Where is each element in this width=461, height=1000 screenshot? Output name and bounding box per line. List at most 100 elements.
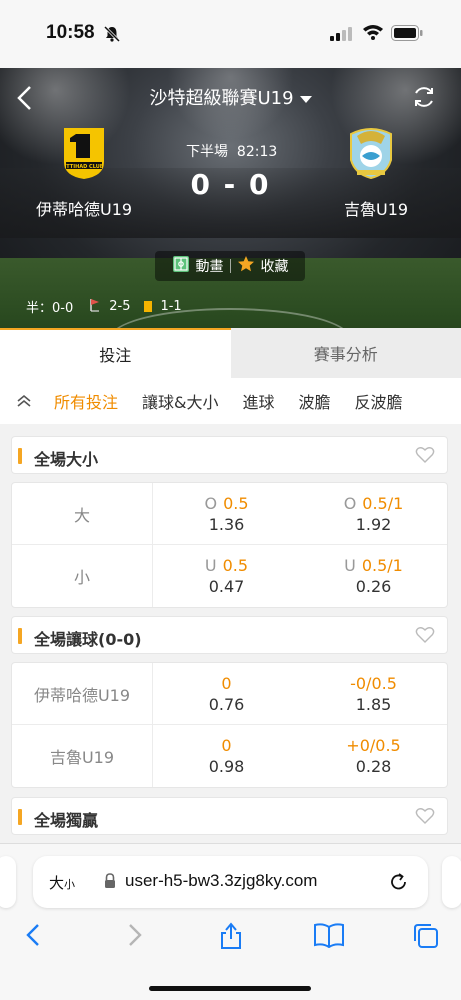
period-label: 下半場 (186, 144, 228, 160)
tab-bet[interactable]: 投注 (0, 328, 231, 378)
favorite-button[interactable]: 收藏 (231, 255, 295, 277)
odds-prefix: U (344, 556, 356, 575)
caret-down-icon (299, 95, 312, 103)
filter-correct-score[interactable]: 波膽 (299, 389, 331, 413)
main-tabs: 投注 賽事分析 (0, 328, 461, 378)
previous-tab-card[interactable] (0, 856, 16, 908)
collapse-all-icon[interactable] (0, 393, 48, 409)
odds-prefix: O (204, 493, 218, 513)
bet-filter-bar: 所有投注 讓球&大小 進球 波膽 反波膽 (0, 378, 461, 424)
browser-toolbar: 大小 user-h5-bw3.3zjg8ky.com (0, 843, 461, 1000)
odds-price: 1.36 (208, 514, 245, 534)
odds-line: 0.5 (222, 556, 249, 575)
odds-price: 0.98 (208, 757, 245, 776)
yellow-card-icon (144, 301, 153, 312)
odds-cell[interactable]: 0 0.76 (153, 663, 300, 724)
lock-icon (103, 872, 117, 894)
star-icon (237, 255, 255, 277)
filter-handicap-total[interactable]: 讓球&大小 (142, 389, 218, 413)
odds-cell[interactable]: -0/0.5 1.85 (300, 663, 447, 724)
bookmarks-icon[interactable] (313, 922, 345, 952)
back-icon[interactable] (22, 922, 46, 952)
odds-cell[interactable]: 0 0.98 (153, 725, 300, 787)
text-size-big: 大 (49, 874, 65, 892)
hero-actions: 動畫 收藏 (155, 251, 305, 281)
tabs-icon[interactable] (412, 922, 440, 954)
odds-price: 0.28 (355, 757, 392, 776)
url-text: user-h5-bw3.3zjg8ky.com (125, 871, 318, 890)
league-selector[interactable]: 沙特超級聯賽U19 (0, 84, 461, 110)
match-score: 0 - 0 (190, 168, 271, 201)
match-period: 下半場 82:13 (186, 141, 277, 161)
battery-icon (391, 25, 423, 45)
match-header: 沙特超級聯賽U19 ITTIHAD CLUB 伊蒂哈德U19 吉魯U19 下半場… (0, 68, 461, 328)
row-label: 大 (12, 483, 153, 544)
odds-cell[interactable]: +0/0.5 0.28 (300, 725, 447, 787)
corner-flag-icon (89, 298, 101, 316)
odds-table-handicap: 伊蒂哈德U19 0 0.76 -0/0.5 1.85 吉魯U19 0 0.98 … (11, 662, 448, 788)
odds-table-total: 大 O 0.5 1.36 O 0.5/1 1.92 小 U 0.5 0.47 U 0.5… (11, 482, 448, 608)
home-indicator (149, 986, 311, 991)
match-clock: 82:13 (236, 144, 278, 160)
refresh-icon[interactable] (411, 84, 437, 114)
odds-cell[interactable]: O 0.5 1.36 (153, 483, 300, 544)
odds-price: 1.92 (355, 514, 392, 534)
corners-count: 2-5 (109, 299, 131, 314)
odds-cell[interactable]: O 0.5/1 1.92 (300, 483, 447, 544)
heart-icon[interactable] (415, 446, 435, 468)
status-time: 10:58 (46, 22, 95, 43)
filter-all-bets[interactable]: 所有投注 (54, 389, 118, 413)
odds-price: 0.47 (208, 577, 245, 596)
league-title: 沙特超級聯賽U19 (149, 88, 294, 109)
yellow-cards-count: 1-1 (160, 299, 182, 314)
forward-icon[interactable] (122, 922, 146, 952)
odds-price: 1.85 (355, 694, 392, 714)
odds-line: -0/0.5 (350, 673, 397, 693)
table-row: 伊蒂哈德U19 0 0.76 -0/0.5 1.85 (12, 663, 447, 725)
address-bar[interactable]: 大小 user-h5-bw3.3zjg8ky.com (33, 856, 428, 908)
tab-analysis[interactable]: 賽事分析 (230, 328, 461, 378)
section-header-winner[interactable]: 全場獨贏 (11, 797, 448, 835)
table-row: 吉魯U19 0 0.98 +0/0.5 0.28 (12, 725, 447, 787)
odds-cell[interactable]: U 0.5 0.47 (153, 545, 300, 607)
next-tab-card[interactable] (442, 856, 461, 908)
favorite-label: 收藏 (260, 259, 289, 275)
match-stats: 半：0-0 2-5 1-1 (26, 297, 182, 316)
reload-icon[interactable] (388, 871, 410, 897)
odds-cell[interactable]: U 0.5/1 0.26 (300, 545, 447, 607)
status-bar: 10:58 (0, 0, 461, 68)
text-size-button[interactable]: 大小 (49, 872, 75, 893)
share-icon[interactable] (218, 922, 244, 954)
odds-line: 0 (221, 736, 232, 755)
odds-line: 0.5/1 (361, 556, 403, 575)
filter-anti-correct-score[interactable]: 反波膽 (355, 389, 403, 413)
heart-icon[interactable] (415, 807, 435, 829)
odds-price: 0.76 (208, 694, 245, 714)
half-time-score: 半：0-0 (26, 301, 74, 316)
row-label: 吉魯U19 (12, 725, 153, 787)
pitch-icon (172, 255, 190, 277)
cellular-signal-icon (330, 26, 352, 45)
odds-line: +0/0.5 (346, 736, 401, 755)
table-row: 大 O 0.5 1.36 O 0.5/1 1.92 (12, 483, 447, 545)
table-row: 小 U 0.5 0.47 U 0.5/1 0.26 (12, 545, 447, 607)
section-header-total[interactable]: 全場大小 (11, 436, 448, 474)
odds-prefix: U (204, 556, 217, 575)
odds-line: 0.5 (223, 493, 249, 513)
row-label: 伊蒂哈德U19 (12, 663, 153, 724)
odds-line: 0 (221, 673, 232, 693)
text-size-small: 小 (64, 878, 76, 891)
section-title: 全場讓球(0-0) (34, 630, 142, 649)
odds-line: 0.5/1 (362, 493, 404, 513)
silent-bell-icon (103, 25, 121, 47)
section-header-handicap[interactable]: 全場讓球(0-0) (11, 616, 448, 654)
heart-icon[interactable] (415, 626, 435, 648)
wifi-icon (362, 24, 384, 44)
animation-label: 動畫 (195, 259, 224, 275)
odds-price: 0.26 (355, 577, 392, 596)
odds-prefix: O (343, 493, 357, 513)
section-title: 全場大小 (34, 450, 99, 469)
filter-goals[interactable]: 進球 (243, 389, 275, 413)
section-title: 全場獨贏 (34, 811, 99, 830)
animation-button[interactable]: 動畫 (166, 255, 230, 277)
